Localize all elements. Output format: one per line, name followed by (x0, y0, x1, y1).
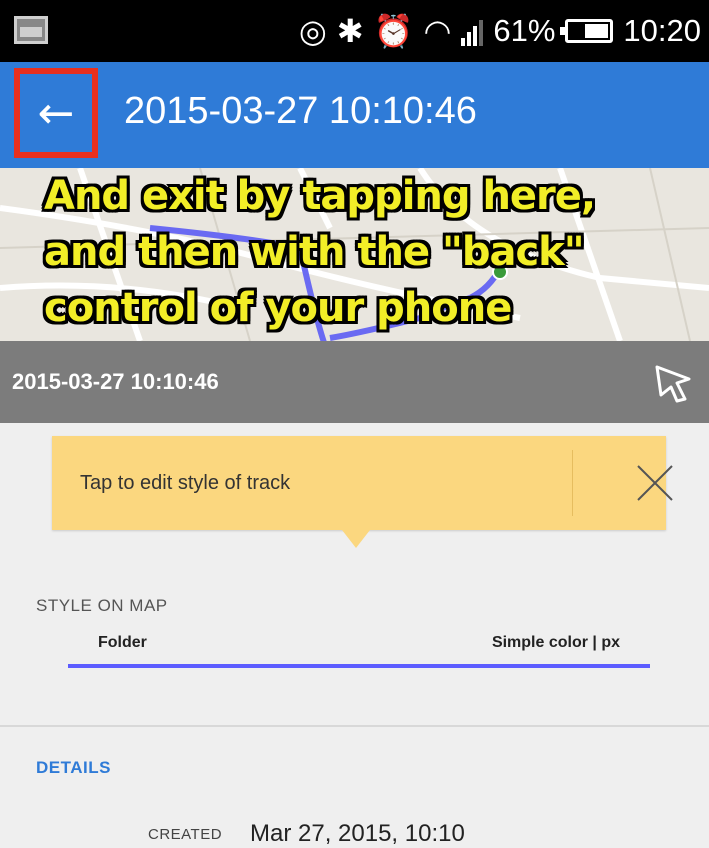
tooltip-text: Tap to edit style of track (80, 472, 291, 494)
battery-percent: 61% (493, 13, 556, 48)
bluetooth-icon: ✱ (336, 12, 364, 50)
status-bar: ◎ ✱ ⏰ ◠ 61% 10:20 (0, 0, 709, 62)
notification-icon (14, 16, 48, 44)
details-heading: DETAILS (36, 758, 111, 777)
edit-style-tooltip[interactable]: Tap to edit style of track (52, 436, 673, 548)
annotation-line: And exit by tapping here, (44, 173, 596, 219)
tooltip-divider (572, 450, 573, 516)
arrow-left-icon: ← (37, 87, 75, 139)
created-label: CREATED (148, 826, 223, 843)
annotation-line: and then with the "back" (44, 229, 585, 275)
section-divider (0, 725, 709, 727)
back-button[interactable]: ← (14, 68, 98, 158)
created-value: Mar 27, 2015, 10:10 (250, 820, 465, 847)
alarm-icon: ⏰ (373, 12, 414, 50)
track-name: 2015-03-27 10:10:46 (12, 369, 219, 394)
close-icon[interactable] (632, 460, 678, 506)
status-icons: ◎ ✱ ⏰ ◠ 61% 10:20 (299, 6, 701, 56)
battery-icon (560, 19, 614, 43)
app-bar: ← 2015-03-27 10:10:46 (0, 62, 709, 168)
style-folder-label: Folder (98, 634, 147, 651)
track-color-preview (68, 664, 650, 668)
signal-icon (461, 16, 484, 46)
annotation-line: control of your phone (44, 285, 512, 331)
style-on-map-heading: STYLE ON MAP (36, 596, 168, 615)
clock: 10:20 (623, 13, 701, 48)
share-icon[interactable] (651, 361, 695, 405)
wifi-icon: ◠ (423, 12, 452, 50)
style-value: Simple color | px (491, 634, 620, 651)
page-title: 2015-03-27 10:10:46 (124, 90, 477, 132)
track-style-selector[interactable]: Folder Simple color | px (68, 632, 650, 668)
annotation-callout: And exit by tapping here, and then with … (44, 168, 684, 336)
track-header: 2015-03-27 10:10:46 (0, 341, 709, 423)
nfc-icon: ◎ (298, 12, 327, 50)
